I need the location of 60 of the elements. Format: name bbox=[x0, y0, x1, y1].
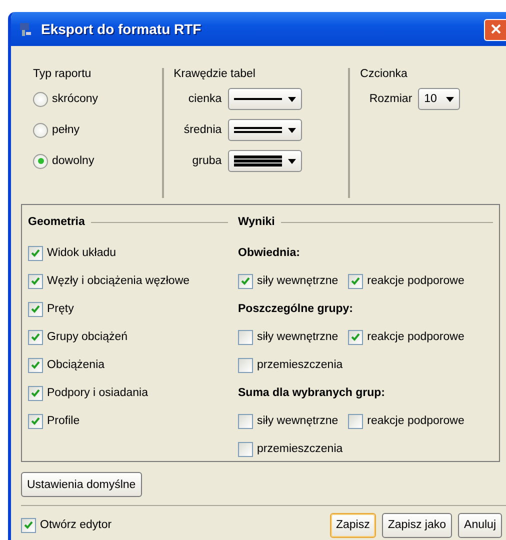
caret-icon bbox=[288, 158, 296, 164]
dialog-button[interactable]: Anuluj bbox=[458, 512, 502, 538]
group-label: Typ raportu bbox=[33, 68, 92, 80]
checkbox[interactable]: przemieszczenia bbox=[238, 351, 343, 379]
check-icon bbox=[351, 333, 360, 341]
check-icon bbox=[31, 389, 40, 397]
checkbox[interactable]: reakcje podporowe bbox=[348, 323, 464, 351]
checkbox[interactable]: Pręty bbox=[28, 295, 228, 323]
checkbox[interactable]: Podpory i osiadania bbox=[28, 379, 228, 407]
checkbox[interactable]: siły wewnętrzne bbox=[238, 267, 338, 295]
checkbox[interactable]: Obciążenia bbox=[28, 351, 228, 379]
radio-option[interactable]: skrócony bbox=[33, 87, 150, 111]
line-style-dropdown[interactable] bbox=[228, 119, 302, 141]
close-icon bbox=[488, 22, 502, 36]
checkbox[interactable]: Widok układu bbox=[28, 239, 228, 267]
dialog-button[interactable]: Zapisz bbox=[330, 512, 376, 538]
check-icon bbox=[31, 361, 40, 369]
caret-icon bbox=[288, 128, 296, 132]
checkbox[interactable]: reakcje podporowe bbox=[348, 267, 464, 295]
defaults-button[interactable]: Ustawienia domyślne bbox=[21, 472, 142, 497]
checkbox[interactable]: siły wewnętrzne bbox=[238, 323, 338, 351]
section-title: Geometria bbox=[28, 216, 85, 228]
close-button[interactable] bbox=[484, 19, 506, 41]
group-title: Obwiednia: bbox=[238, 247, 300, 259]
dialog-button[interactable]: Zapisz jako bbox=[382, 512, 452, 538]
field-label: Rozmiar bbox=[368, 93, 412, 105]
check-icon bbox=[351, 277, 360, 285]
group-label: Czcionka bbox=[360, 68, 408, 80]
line-style-dropdown[interactable] bbox=[228, 88, 302, 110]
checkbox[interactable]: Węzły i obciążenia węzłowe bbox=[28, 267, 228, 295]
group-label: Krawędzie tabel bbox=[174, 68, 256, 80]
radio-option[interactable]: pełny bbox=[33, 118, 150, 142]
section-title: Wyniki bbox=[238, 216, 275, 228]
check-icon bbox=[31, 249, 40, 257]
check-icon bbox=[24, 521, 33, 529]
font-size-dropdown[interactable]: 10 bbox=[418, 88, 460, 110]
checkbox[interactable]: reakcje podporowe bbox=[348, 407, 464, 435]
caret-icon bbox=[446, 96, 454, 102]
check-icon bbox=[241, 277, 250, 285]
check-icon bbox=[31, 305, 40, 313]
checkbox[interactable]: Profile bbox=[28, 407, 228, 435]
line-style-icon bbox=[234, 155, 282, 167]
app-icon bbox=[17, 21, 33, 37]
checkbox[interactable]: Grupy obciążeń bbox=[28, 323, 228, 351]
window-title: Eksport do formatu RTF bbox=[41, 21, 202, 37]
check-icon bbox=[31, 417, 40, 425]
caret-icon bbox=[288, 96, 296, 102]
group-title: Suma dla wybranych grup: bbox=[238, 387, 385, 399]
check-icon bbox=[31, 277, 40, 285]
checkbox[interactable]: Otwórz edytor bbox=[21, 511, 112, 539]
checkbox[interactable]: siły wewnętrzne bbox=[238, 407, 338, 435]
check-icon bbox=[31, 333, 40, 341]
line-style-dropdown[interactable] bbox=[228, 150, 302, 172]
field-label: gruba bbox=[191, 155, 222, 167]
group-title: Poszczególne grupy: bbox=[238, 303, 354, 315]
field-label: średnia bbox=[182, 124, 222, 136]
checkbox[interactable]: przemieszczenia bbox=[238, 435, 343, 461]
field-label: cienka bbox=[187, 93, 222, 105]
line-style-icon bbox=[234, 124, 282, 136]
radio-option[interactable]: dowolny bbox=[33, 149, 150, 173]
